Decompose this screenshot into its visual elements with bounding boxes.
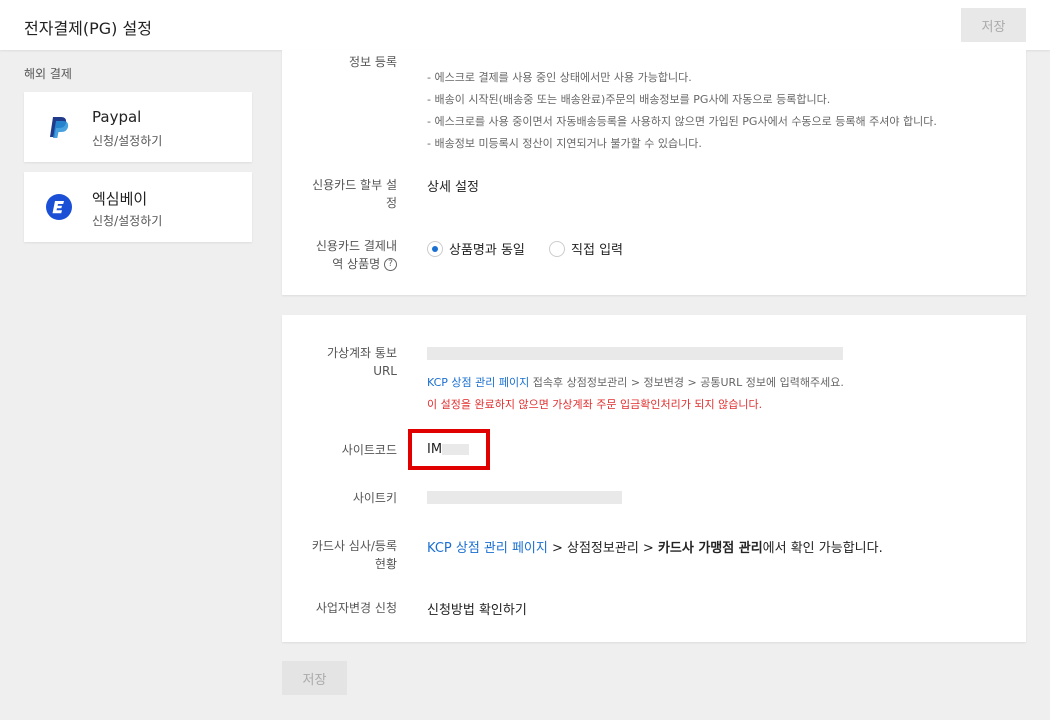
kcp-admin-link[interactable]: KCP 상점 관리 페이지 [427, 376, 529, 389]
virtual-account-label-line2: URL [373, 364, 397, 378]
virtual-account-note: KCP 상점 관리 페이지 접속후 상점정보관리 > 정보변경 > 공통URL … [427, 374, 844, 390]
bottom-save-button[interactable]: 저장 [282, 661, 347, 695]
radio-direct-label: 직접 입력 [571, 243, 624, 258]
product-name-label-line1: 신용카드 결제내 [315, 239, 397, 253]
card-status-label-line1: 카드사 심사/등록 [311, 539, 397, 553]
paypal-apply-link: 신청/설정하기 [92, 134, 163, 148]
eximbay-logo-icon [46, 194, 72, 220]
card-status-mid: > 상점정보관리 > [547, 541, 658, 556]
virtual-account-note-text: 접속후 상점정보관리 > 정보변경 > 공통URL 정보에 입력해주세요. [529, 376, 844, 389]
top-save-button[interactable]: 저장 [961, 8, 1026, 42]
paypal-card[interactable]: Paypal 신청/설정하기 [24, 92, 252, 162]
eximbay-card[interactable]: 엑심베이 신청/설정하기 [24, 172, 252, 242]
radio-same-label: 상품명과 동일 [449, 243, 525, 258]
product-name-label-line2: 역 상품명 [332, 257, 381, 271]
escrow-note-1: - 에스크로 결제를 사용 중인 상태에서만 사용 가능합니다. [427, 71, 692, 84]
installment-label-line1: 신용카드 할부 설 [312, 178, 397, 192]
info-registration-label: 정보 등록 [349, 55, 397, 69]
site-key-label: 사이트키 [352, 491, 397, 505]
business-change-label: 사업자변경 신청 [315, 601, 397, 615]
card-status-text: KCP 상점 관리 페이지 > 상점정보관리 > 카드사 가맹점 관리에서 확인… [427, 537, 883, 556]
installment-label: 신용카드 할부 설 정 [282, 176, 397, 212]
site-code-label: 사이트코드 [341, 443, 397, 457]
virtual-account-url-input[interactable] [427, 347, 843, 360]
site-key-input[interactable] [427, 491, 622, 504]
product-name-radio-group: 상품명과 동일 직접 입력 [427, 239, 623, 258]
virtual-account-url-label: 가상계좌 통보 URL [282, 344, 397, 380]
site-code-highlight-box [408, 429, 490, 470]
paypal-name: Paypal [92, 108, 142, 126]
escrow-note-3: - 에스크로를 사용 중이면서 자동배송등록을 사용하지 않으면 가입된 PG사… [427, 115, 937, 128]
radio-direct-input[interactable]: 직접 입력 [549, 240, 624, 258]
installment-detail-link[interactable]: 상세 설정 [427, 176, 479, 195]
radio-same-as-product[interactable]: 상품명과 동일 [427, 240, 529, 258]
top-bar: 전자결제(PG) 설정 저장 [0, 0, 1050, 50]
card-status-label: 카드사 심사/등록 현황 [282, 537, 397, 573]
product-name-label: 신용카드 결제내 역 상품명 ? [282, 237, 397, 273]
card-status-label-line2: 현황 [374, 557, 397, 571]
card-status-end: 에서 확인 가능합니다. [762, 541, 883, 556]
escrow-note-2: - 배송이 시작된(배송중 또는 배송완료)주문의 배송정보를 PG사에 자동으… [427, 93, 831, 106]
virtual-account-label-line1: 가상계좌 통보 [326, 346, 397, 360]
escrow-settings-panel: 정보 등록 - 에스크로 결제를 사용 중인 상태에서만 사용 가능합니다. -… [282, 50, 1026, 295]
installment-label-line2: 정 [385, 196, 397, 210]
kcp-settings-panel: 가상계좌 통보 URL KCP 상점 관리 페이지 접속후 상점정보관리 > 정… [282, 315, 1026, 642]
eximbay-apply-link: 신청/설정하기 [92, 214, 163, 228]
business-change-link[interactable]: 신청방법 확인하기 [427, 599, 527, 618]
radio-unchecked-icon[interactable] [549, 240, 566, 257]
radio-checked-icon[interactable] [427, 240, 443, 257]
overseas-payment-section-label: 해외 결제 [24, 67, 72, 81]
virtual-account-warning: 이 설정을 완료하지 않으면 가상계좌 주문 입금확인처리가 되지 않습니다. [427, 398, 763, 411]
help-icon[interactable]: ? [384, 258, 397, 271]
escrow-note-4: - 배송정보 미등록시 정산이 지연되거나 불가할 수 있습니다. [427, 137, 702, 150]
kcp-admin-link-2[interactable]: KCP 상점 관리 페이지 [427, 541, 548, 556]
paypal-logo-icon [46, 114, 72, 140]
page-title: 전자결제(PG) 설정 [24, 19, 152, 38]
eximbay-name: 엑심베이 [92, 190, 148, 208]
card-merchant-management: 카드사 가맹점 관리 [657, 541, 763, 556]
